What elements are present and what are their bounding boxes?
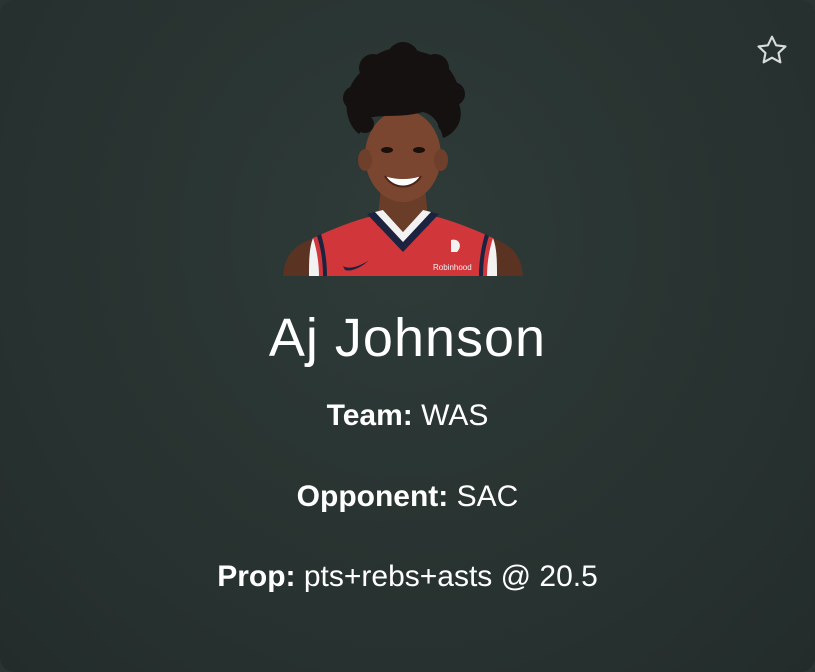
player-name: Aj Johnson: [268, 308, 547, 368]
team-label: Team:: [326, 399, 413, 432]
star-outline-icon: [757, 35, 787, 64]
team-line: Team: WAS: [0, 396, 815, 436]
opponent-value: SAC: [456, 480, 519, 513]
player-headshot: Robinhood: [283, 38, 523, 276]
jersey-sponsor-text: Robinhood: [433, 263, 472, 272]
prop-label: Prop:: [217, 560, 296, 593]
opponent-label: Opponent:: [296, 480, 449, 513]
opponent-line: Opponent: SAC: [0, 477, 815, 517]
player-card: Robinhood Aj Johnson Team: WAS Opponent:…: [0, 0, 815, 672]
favorite-button[interactable]: [755, 33, 789, 67]
prop-value: pts+rebs+asts @ 20.5: [303, 560, 598, 593]
prop-line: Prop: pts+rebs+asts @ 20.5: [0, 557, 815, 597]
team-value: WAS: [421, 399, 489, 432]
